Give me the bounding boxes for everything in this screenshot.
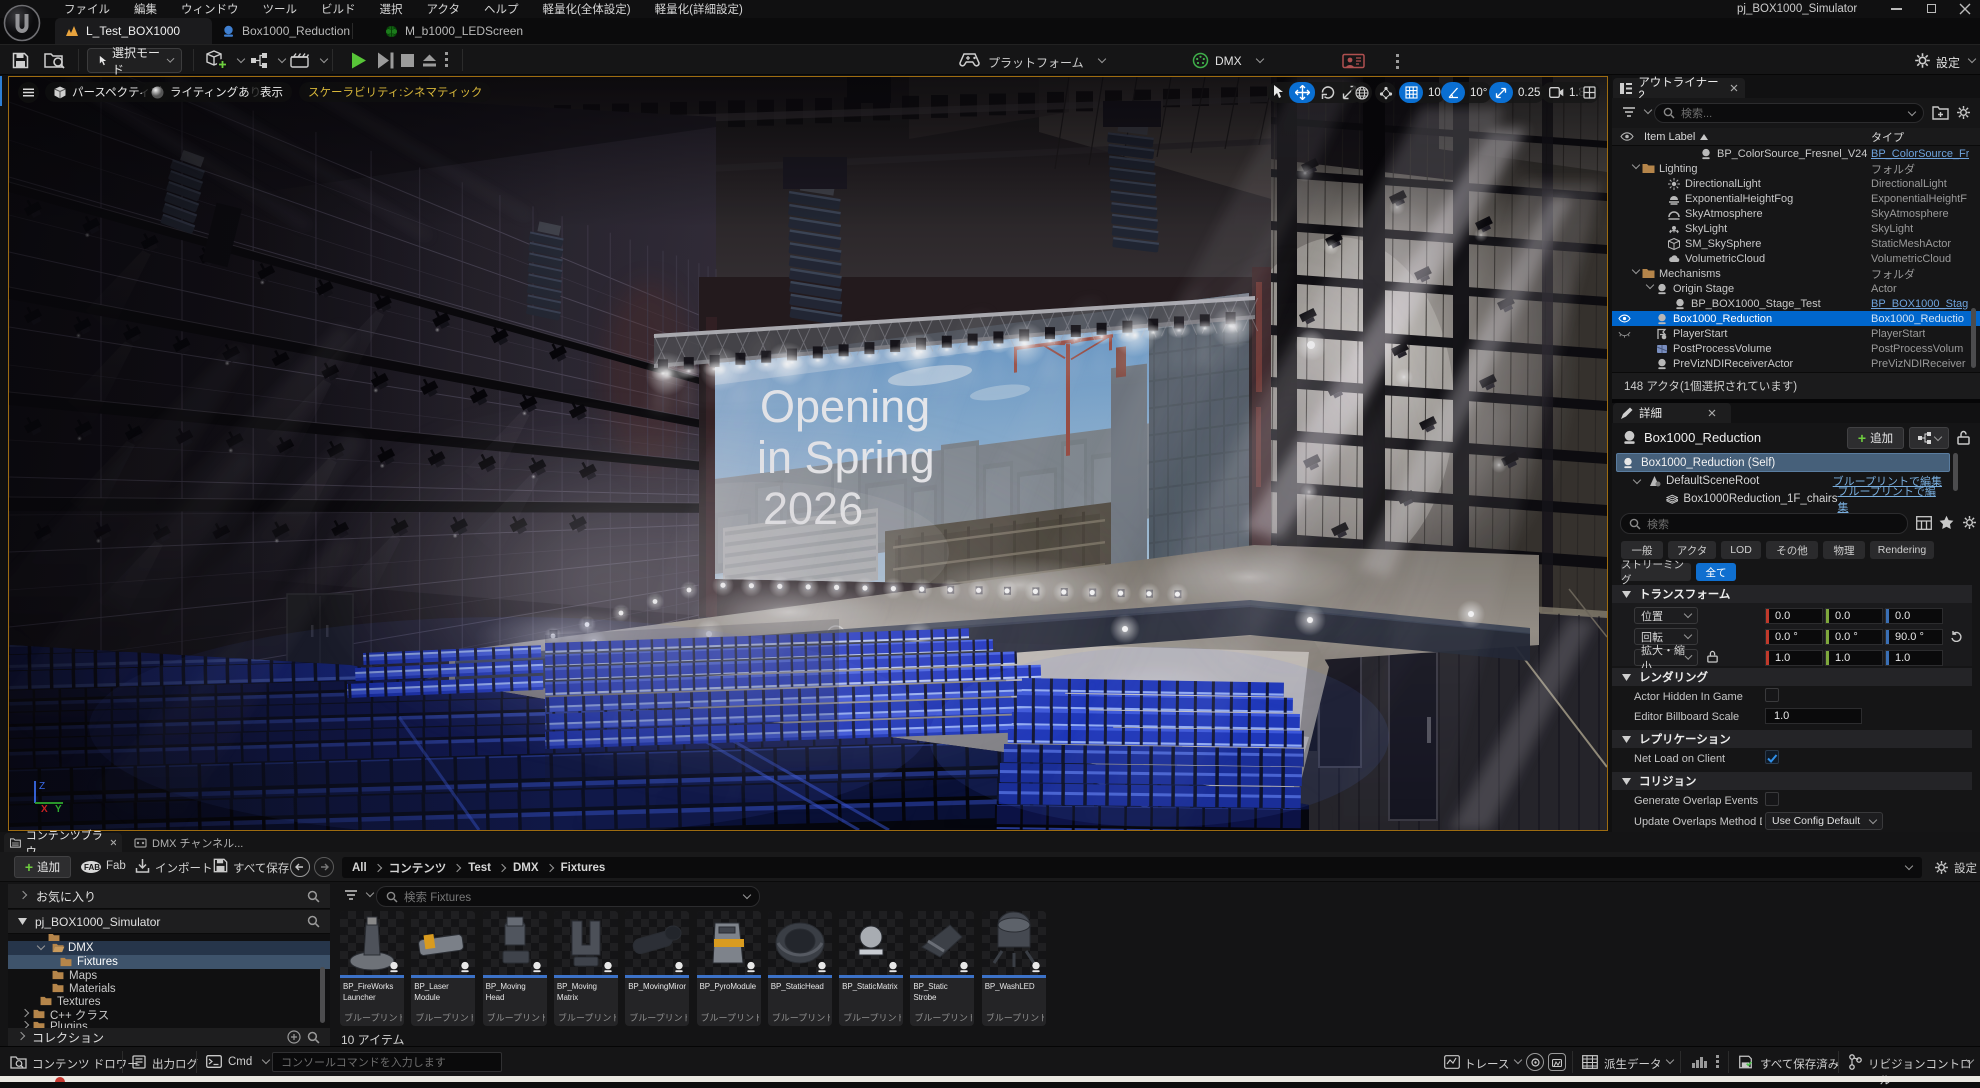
svg-text:X: X bbox=[41, 804, 48, 813]
svg-text:FAB: FAB bbox=[84, 863, 100, 872]
svg-text:Y: Y bbox=[55, 804, 62, 813]
svg-text:Z: Z bbox=[39, 781, 45, 792]
